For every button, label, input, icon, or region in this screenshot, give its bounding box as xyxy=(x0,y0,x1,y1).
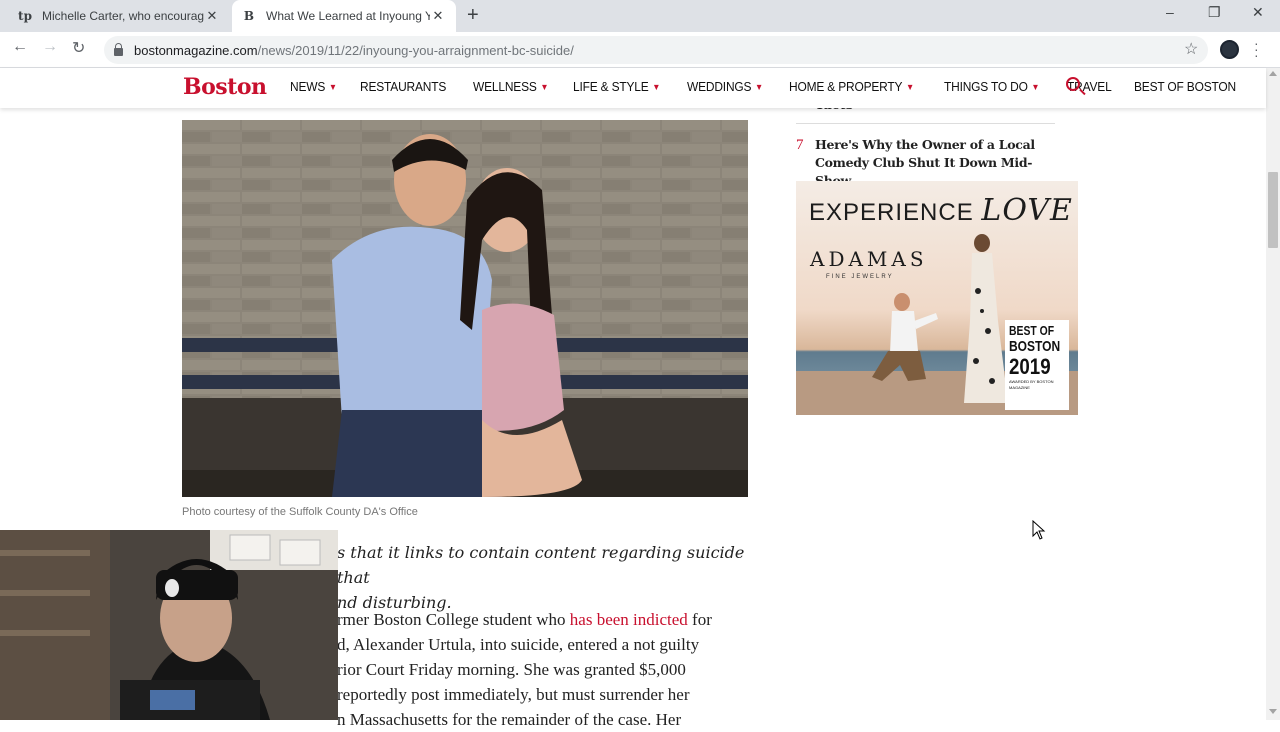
nav-label: THINGS TO DO xyxy=(943,79,1028,94)
caret-down-icon: ▼ xyxy=(539,81,548,92)
nav-label: HOME & PROPERTY xyxy=(788,79,903,94)
profile-avatar[interactable] xyxy=(1220,40,1239,59)
minimize-button[interactable]: – xyxy=(1166,4,1174,20)
sidebar-divider xyxy=(796,123,1055,124)
boston-logo[interactable]: Boston xyxy=(183,74,267,100)
caret-down-icon: ▼ xyxy=(755,81,764,92)
nav-label: WELLNESS xyxy=(472,79,537,94)
search-icon[interactable] xyxy=(1066,77,1080,91)
nav-label: BEST OF BOSTON xyxy=(1134,79,1237,94)
forward-icon[interactable]: → xyxy=(42,38,58,56)
nav-best-of-boston[interactable]: BEST OF BOSTON xyxy=(1134,79,1236,94)
nav-label: WEDDINGS xyxy=(687,79,752,94)
nav-news[interactable]: NEWS ▼ xyxy=(290,79,337,94)
badge-line: BEST OF xyxy=(1009,323,1055,338)
body-text: for xyxy=(687,610,712,629)
badge-fine-print: AWARDED BY BOSTON MAGAZINE xyxy=(1009,379,1054,390)
nav-label: NEWS xyxy=(290,79,326,94)
url-path: /news/2019/11/22/inyoung-you-arraignment… xyxy=(257,42,574,58)
tab-michelle-carter[interactable]: tp Michelle Carter, who encouraged ✕ xyxy=(8,0,230,32)
caret-down-icon: ▼ xyxy=(1031,81,1040,92)
badge-year: 2019 xyxy=(1009,354,1051,379)
scroll-down-icon[interactable] xyxy=(1269,709,1277,714)
lock-icon xyxy=(114,43,123,56)
site-header: Boston NEWS ▼ RESTAURANTS WELLNESS ▼ LIFE … xyxy=(0,68,1266,108)
caret-down-icon: ▼ xyxy=(652,81,661,92)
close-window-button[interactable]: ✕ xyxy=(1252,4,1264,21)
body-text: rmer Boston College student who xyxy=(337,610,570,629)
tab-favicon-icon: B xyxy=(243,9,255,23)
back-icon[interactable]: ← xyxy=(12,38,28,56)
nav-things-to-do[interactable]: THINGS TO DO ▼ xyxy=(943,79,1040,94)
menu-kebab-icon[interactable]: · · · xyxy=(1254,36,1259,62)
tab-favicon-icon: tp xyxy=(18,9,32,23)
caret-down-icon: ▼ xyxy=(905,81,914,92)
page-scrollbar[interactable] xyxy=(1266,68,1280,720)
nav-life-style[interactable]: LIFE & STYLE ▼ xyxy=(573,79,660,94)
photo-caption: Photo courtesy of the Suffolk County DA'… xyxy=(182,506,418,518)
caret-down-icon: ▼ xyxy=(328,81,337,92)
url-host: bostonmagazine.com xyxy=(134,42,258,58)
webcam-overlay xyxy=(0,530,338,720)
close-tab-icon[interactable]: ✕ xyxy=(430,8,446,24)
sidebar-item-number: 7 xyxy=(796,137,804,153)
badge-line: BOSTON xyxy=(1009,338,1061,355)
reload-icon[interactable]: ↻ xyxy=(72,38,85,58)
nav-label: RESTAURANTS xyxy=(359,79,447,94)
indicted-link[interactable]: has been indicted xyxy=(570,610,688,629)
url-bar[interactable]: bostonmagazine.com/news/2019/11/22/inyou… xyxy=(104,36,1208,64)
nav-wellness[interactable]: WELLNESS ▼ xyxy=(472,79,549,94)
tab-title: Michelle Carter, who encouraged xyxy=(42,9,204,23)
close-tab-icon[interactable]: ✕ xyxy=(204,8,220,24)
new-tab-button[interactable]: + xyxy=(467,5,479,25)
bookmark-star-icon[interactable]: ☆ xyxy=(1184,39,1198,59)
nav-label: LIFE & STYLE xyxy=(573,79,650,94)
maximize-button[interactable]: ❐ xyxy=(1208,4,1221,21)
main-nav: NEWS ▼ RESTAURANTS WELLNESS ▼ LIFE & STYLE… xyxy=(290,79,1264,94)
nav-restaurants[interactable]: RESTAURANTS xyxy=(360,79,446,94)
mouse-cursor-icon xyxy=(1032,520,1046,540)
scroll-thumb[interactable] xyxy=(1268,172,1278,248)
best-of-boston-badge: BEST OF BOSTON 2019 AWARDED BY BOSTON MA… xyxy=(1005,320,1069,410)
address-toolbar: ← → ↻ bostonmagazine.com/news/2019/11/22… xyxy=(0,32,1280,68)
tab-title: What We Learned at Inyoung Yo xyxy=(266,9,430,23)
adamas-ad[interactable]: EXPERIENCE LOVE ADAMAS FINE JEWELRY BEST… xyxy=(796,181,1078,415)
nav-weddings[interactable]: WEDDINGS ▼ xyxy=(687,79,763,94)
nav-home-property[interactable]: HOME & PROPERTY ▼ xyxy=(789,79,914,94)
article-photo xyxy=(182,120,748,497)
tab-strip: tp Michelle Carter, who encouraged ✕ B W… xyxy=(0,0,1280,32)
tab-inyoung-you[interactable]: B What We Learned at Inyoung Yo ✕ xyxy=(232,0,456,32)
scroll-up-icon[interactable] xyxy=(1269,71,1277,76)
